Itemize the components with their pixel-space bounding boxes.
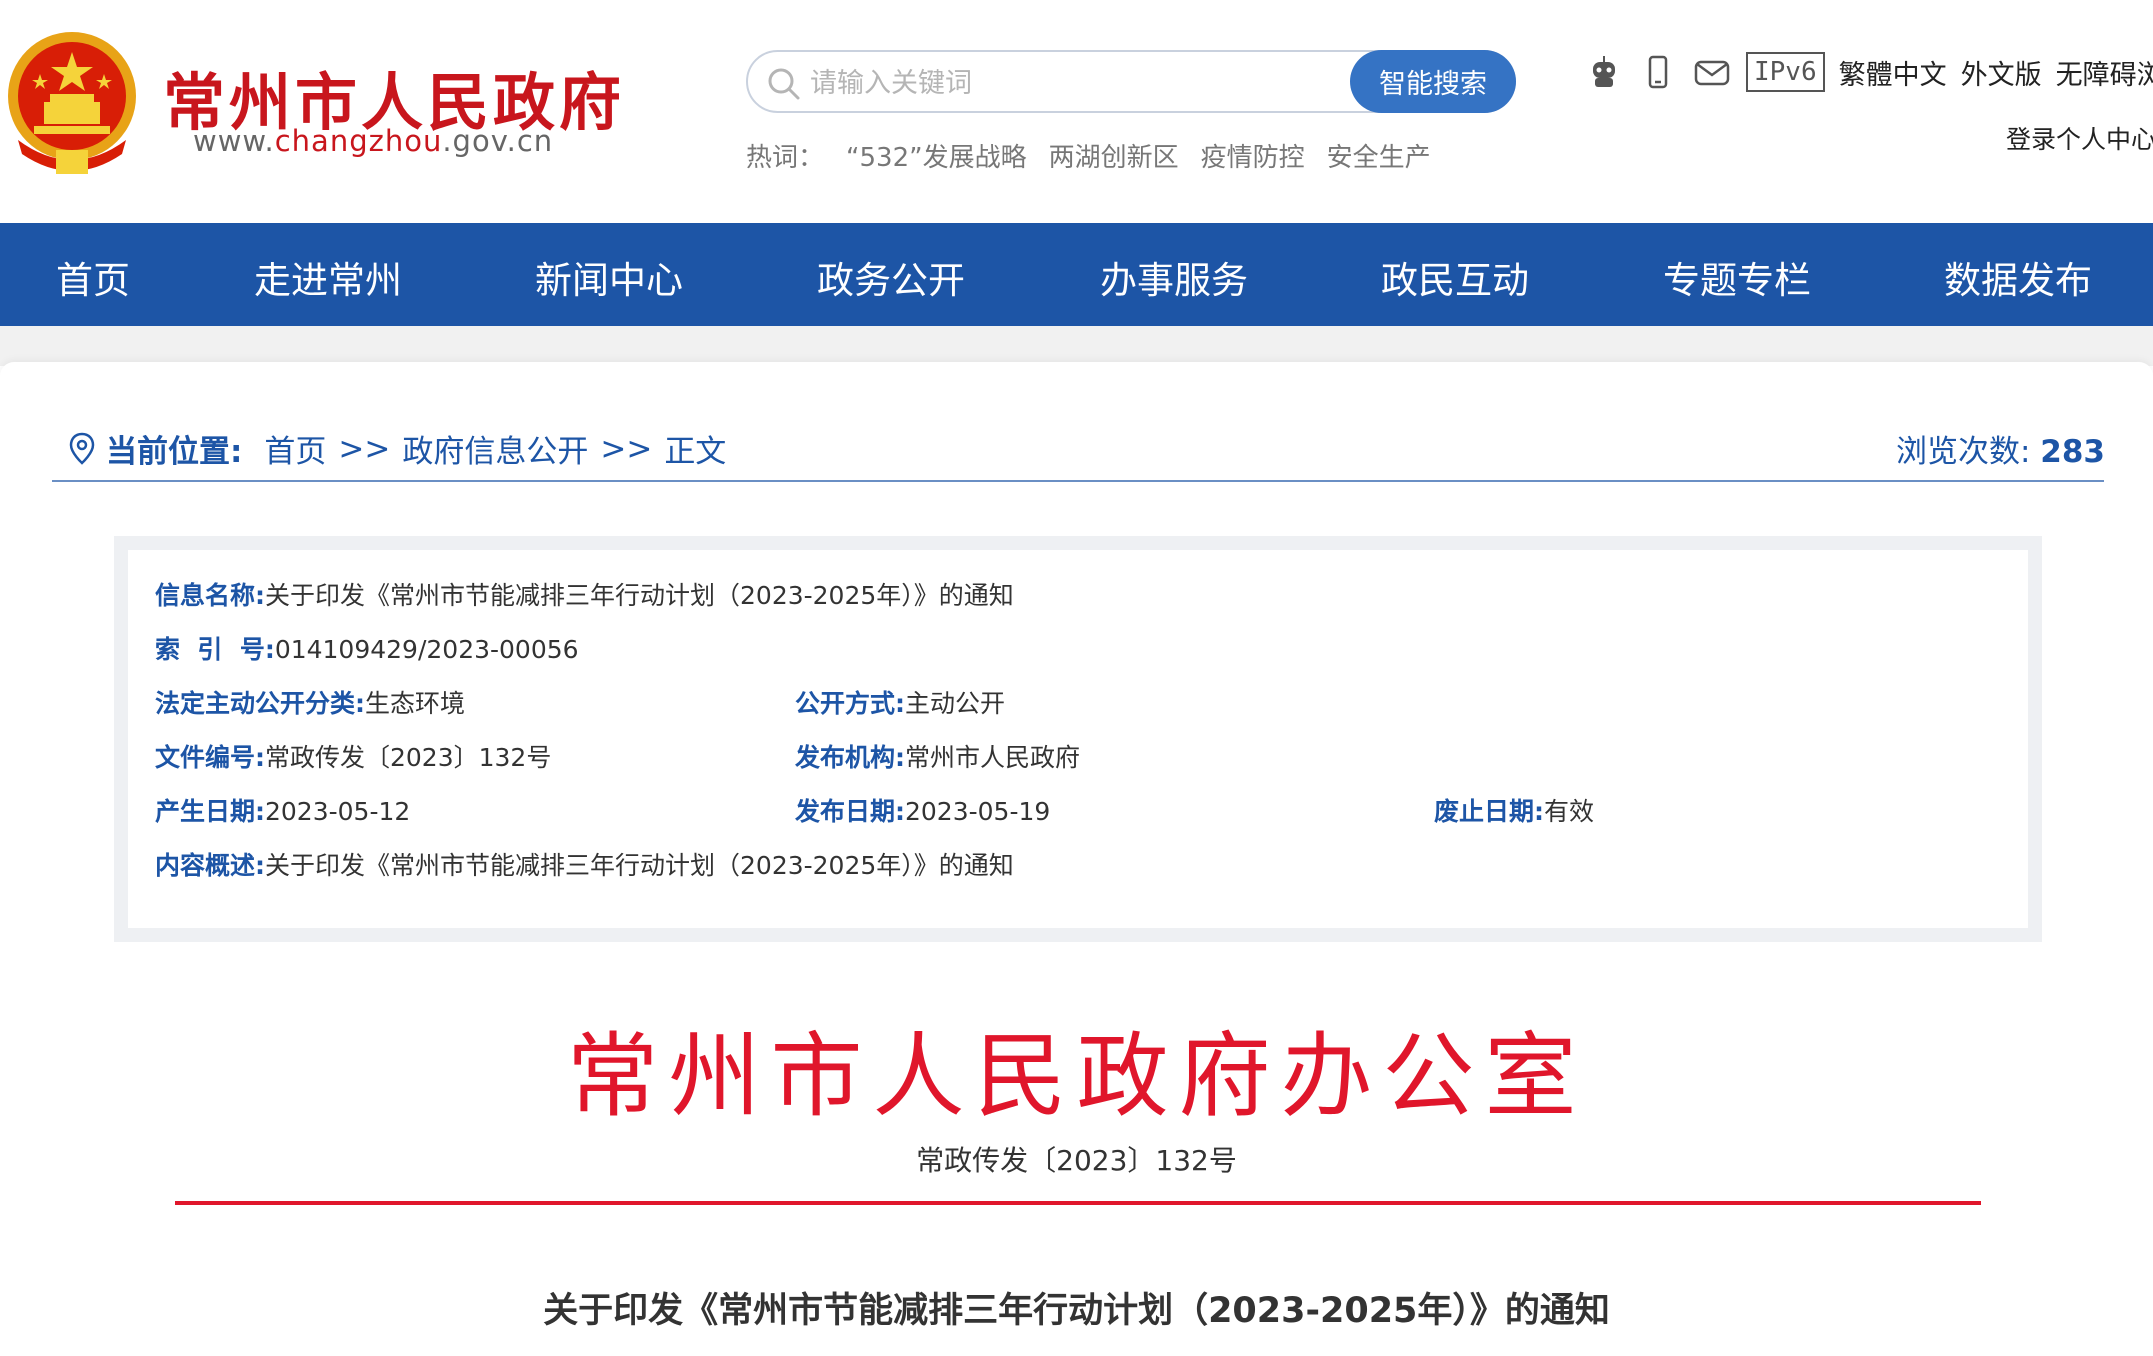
document-number: 常政传发〔2023〕132号 [916,1144,1237,1177]
info-row-category: 法定主动公开分类:生态环境 [155,684,465,720]
info-row-expire: 废止日期:有效 [1434,792,1594,828]
info-value: 常政传发〔2023〕132号 [265,743,552,772]
info-value: 主动公开 [905,689,1006,718]
nav-item-data[interactable]: 数据发布 [1944,250,2092,304]
site-url-prefix: www. [193,124,275,158]
breadcrumb-gov-info[interactable]: 政府信息公开 [402,426,588,471]
info-row-name: 信息名称:关于印发《常州市节能减排三年行动计划（2023-2025年）》的通知 [155,576,1014,612]
nav-item-services[interactable]: 办事服务 [1100,250,1248,304]
info-key: 索 引 号: [155,635,275,664]
search-input[interactable] [808,60,1372,106]
search-icon [768,68,800,100]
smart-search-button[interactable]: 智能搜索 [1350,50,1516,113]
info-key: 产生日期: [155,797,265,826]
nav-item-about[interactable]: 走进常州 [254,250,402,304]
site-header: 常州市人民政府 www.changzhou.gov.cn 智能搜索 热词： “5… [0,0,2153,223]
top-tools: IPv6 繁體中文 外文版 无障碍浏览 [1584,52,2153,92]
breadcrumb-home[interactable]: 首页 [264,426,326,471]
nav-item-gov-affairs[interactable]: 政务公开 [817,250,965,304]
hotword-lianghu[interactable]: 两湖创新区 [1049,137,1179,174]
mobile-icon[interactable] [1638,52,1678,92]
breadcrumb: 当前位置: 首页 >> 政府信息公开 >> 正文 [68,426,726,471]
main-content: 当前位置: 首页 >> 政府信息公开 >> 正文 浏览次数: 283 信息名称:… [0,362,2153,1356]
traditional-chinese-link[interactable]: 繁體中文 [1839,53,1947,92]
info-key: 文件编号: [155,743,265,772]
mail-icon[interactable] [1692,52,1732,92]
site-url-highlight: changzhou [274,124,443,158]
breadcrumb-separator: >> [600,430,653,467]
hotword-safety[interactable]: 安全生产 [1327,137,1431,174]
nav-item-interaction[interactable]: 政民互动 [1381,250,1529,304]
user-center-links[interactable]: 登录个人中心 [2006,120,2153,156]
info-key: 发布机构: [795,743,905,772]
nav-item-topics[interactable]: 专题专栏 [1663,250,1811,304]
search-box: 智能搜索 [746,50,1516,113]
breadcrumb-divider [52,480,2104,482]
hotwords-label: 热词： [746,143,825,173]
view-count-label: 浏览次数: [1895,434,2031,470]
info-value: 常州市人民政府 [905,743,1081,772]
info-table-body: 信息名称:关于印发《常州市节能减排三年行动计划（2023-2025年）》的通知 … [128,550,2028,928]
site-url-suffix: .gov.cn [442,124,554,158]
info-row-created: 产生日期:2023-05-12 [155,792,410,828]
info-value: 2023-05-19 [905,797,1051,826]
location-pin-icon [69,432,95,465]
info-row-summary: 内容概述:关于印发《常州市节能减排三年行动计划（2023-2025年）》的通知 [155,846,1014,882]
hotword-532[interactable]: “532”发展战略 [846,137,1027,174]
breadcrumb-separator: >> [338,430,391,467]
view-count-value: 283 [2040,434,2105,470]
info-key: 废止日期: [1434,797,1544,826]
info-key: 内容概述: [155,851,265,880]
accessibility-link[interactable]: 无障碍浏览 [2056,53,2153,92]
info-value: 生态环境 [365,689,466,718]
info-row-docno: 文件编号:常政传发〔2023〕132号 [155,738,551,774]
info-row-published: 发布日期:2023-05-19 [795,792,1050,828]
main-nav: 首页 走进常州 新闻中心 政务公开 办事服务 政民互动 专题专栏 数据发布 [0,223,2153,326]
ipv6-badge[interactable]: IPv6 [1746,52,1825,92]
national-emblem-logo[interactable] [4,30,140,180]
site-url: www.changzhou.gov.cn [193,124,553,158]
document-issuer: 常州市人民政府办公室 [566,1023,1587,1130]
nav-shadow-band [0,326,2153,366]
hotword-epidemic[interactable]: 疫情防控 [1201,137,1305,174]
info-row-publisher: 发布机构:常州市人民政府 [795,738,1080,774]
info-value: 关于印发《常州市节能减排三年行动计划（2023-2025年）》的通知 [265,581,1014,610]
view-count: 浏览次数: 283 [1896,426,2105,471]
info-value: 014109429/2023-00056 [274,635,579,664]
info-row-index: 索 引 号:014109429/2023-00056 [155,630,579,666]
info-key: 法定主动公开分类: [155,689,365,718]
document-title: 关于印发《常州市节能减排三年行动计划（2023-2025年）》的通知 [543,1291,1610,1331]
info-value: 2023-05-12 [265,797,411,826]
foreign-language-link[interactable]: 外文版 [1961,53,2042,92]
nav-item-home[interactable]: 首页 [56,250,130,304]
info-row-method: 公开方式:主动公开 [795,684,1005,720]
info-key: 发布日期: [795,797,905,826]
nav-item-news[interactable]: 新闻中心 [535,250,683,304]
robot-icon[interactable] [1584,52,1624,92]
hotwords: 热词： “532”发展战略 两湖创新区 疫情防控 安全生产 [746,137,1431,174]
breadcrumb-current[interactable]: 正文 [664,426,726,471]
info-key: 公开方式: [795,689,905,718]
info-key: 信息名称: [155,581,265,610]
breadcrumb-label: 当前位置: [106,434,243,470]
red-divider [175,1201,1981,1205]
info-value: 关于印发《常州市节能减排三年行动计划（2023-2025年）》的通知 [265,851,1014,880]
info-table: 信息名称:关于印发《常州市节能减排三年行动计划（2023-2025年）》的通知 … [114,536,2042,942]
info-value: 有效 [1544,797,1595,826]
